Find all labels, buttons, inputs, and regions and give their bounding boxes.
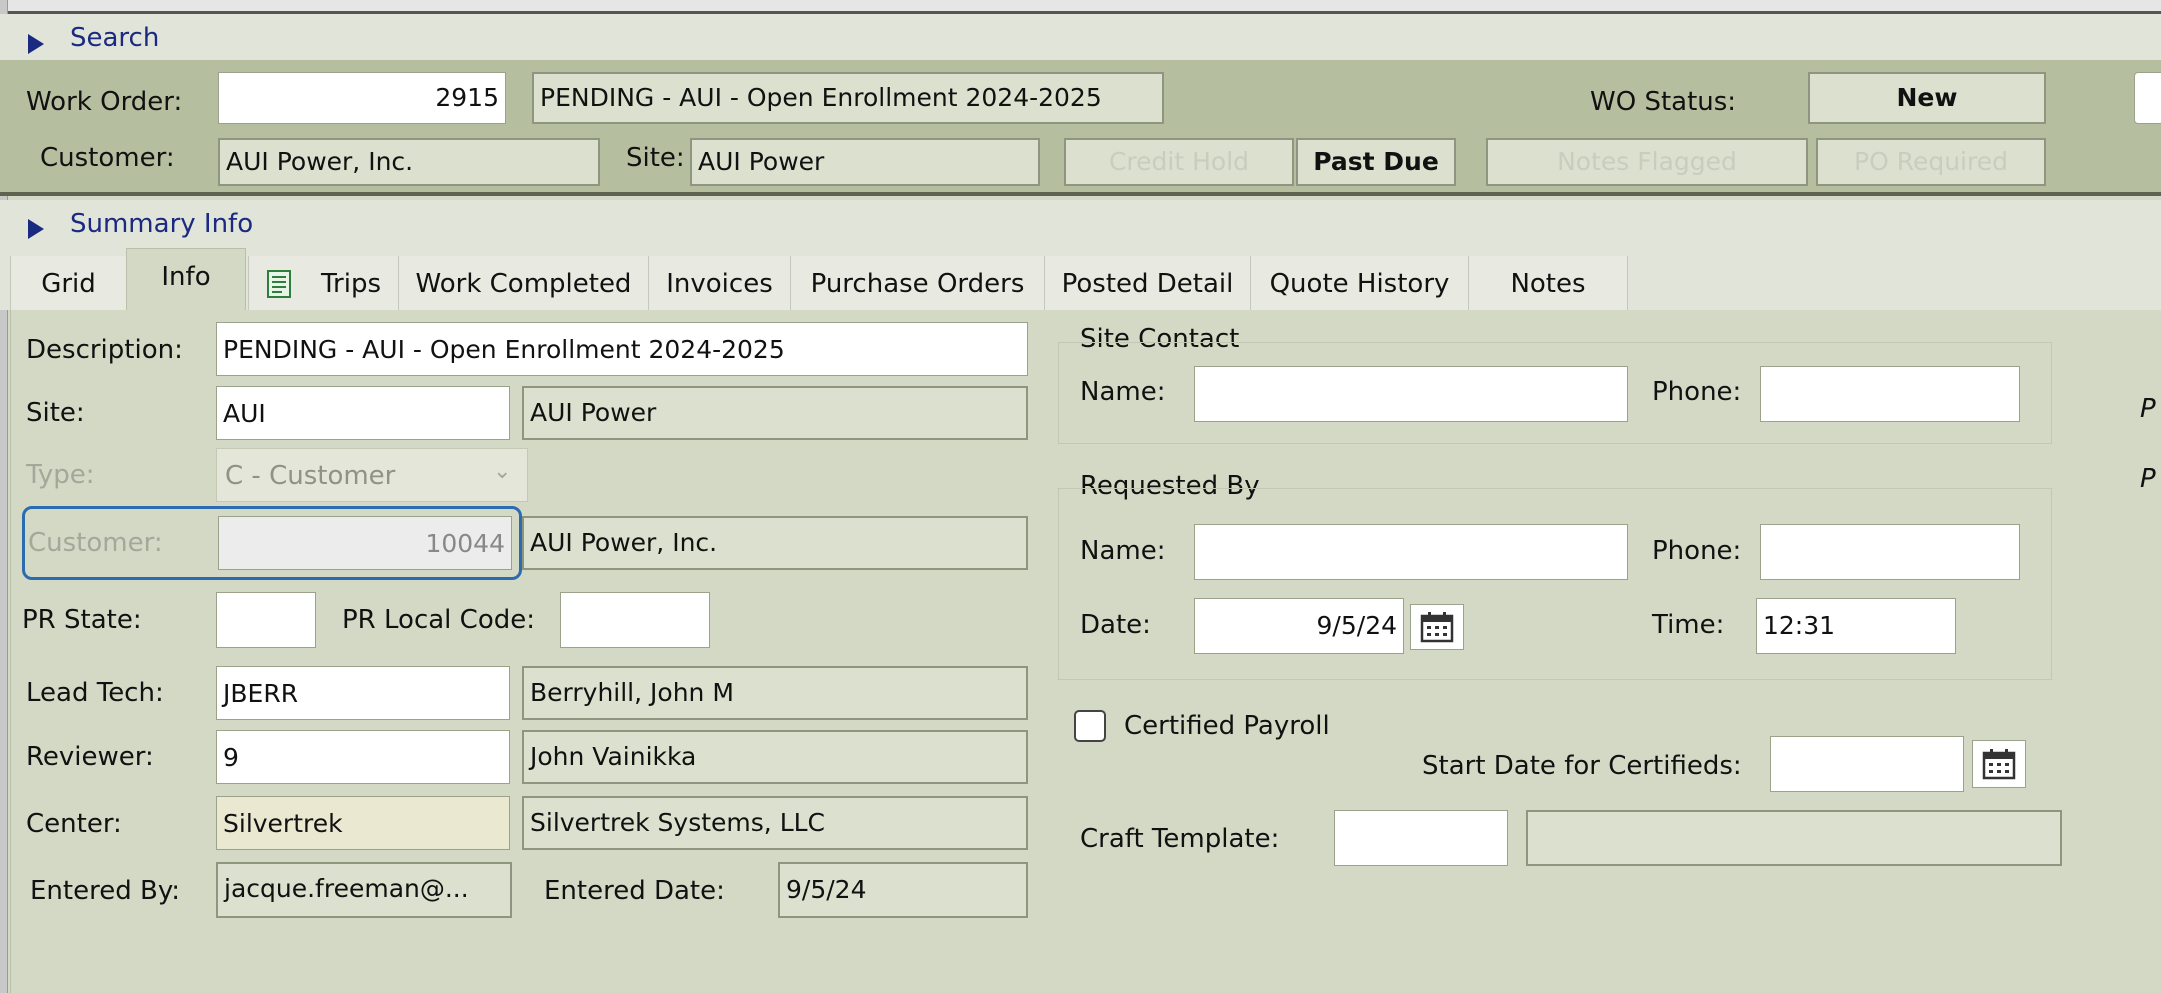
requested-by-phone-input[interactable]: [1760, 524, 2020, 580]
certified-payroll-checkbox[interactable]: [1074, 710, 1106, 742]
requested-by-phone-label: Phone:: [1652, 536, 1742, 566]
requested-by-name-input[interactable]: [1194, 524, 1628, 580]
requested-date-input[interactable]: 9/5/24: [1194, 598, 1404, 654]
type-label: Type:: [26, 460, 95, 490]
credit-hold-indicator: Credit Hold: [1064, 138, 1294, 186]
description-label: Description:: [26, 335, 183, 365]
lead-tech-label: Lead Tech:: [26, 678, 164, 708]
tab-grid[interactable]: Grid: [10, 256, 126, 310]
summary-section-header[interactable]: Summary Info: [0, 200, 2161, 246]
start-date-calendar-button[interactable]: [1972, 740, 2026, 788]
type-select[interactable]: C - Customer ⌄: [216, 448, 528, 502]
work-order-number-input[interactable]: 2915: [218, 72, 506, 124]
calendar-icon: [1982, 749, 2016, 780]
tab-info[interactable]: Info: [126, 248, 246, 312]
site-name-display: AUI Power: [522, 386, 1028, 440]
lead-tech-input[interactable]: JBERR: [216, 666, 510, 720]
requested-time-input[interactable]: 12:31: [1756, 598, 1956, 654]
site-code-input[interactable]: AUI: [216, 386, 510, 440]
reviewer-label: Reviewer:: [26, 742, 154, 772]
chevron-down-icon: ⌄: [493, 459, 512, 484]
entered-date-display: 9/5/24: [778, 862, 1028, 918]
work-order-header: Work Order: 2915 PENDING - AUI - Open En…: [0, 60, 2161, 196]
pr-local-code-input[interactable]: [560, 592, 710, 648]
triangle-right-icon: [28, 28, 44, 58]
work-order-description: PENDING - AUI - Open Enrollment 2024-202…: [532, 72, 1164, 124]
craft-template-input[interactable]: [1334, 810, 1508, 866]
entered-by-label: Entered By:: [30, 876, 181, 906]
reviewer-name-display: John Vainikka: [522, 730, 1028, 784]
entered-by-display: jacque.freeman@...: [216, 862, 512, 918]
tab-purchase-orders[interactable]: Purchase Orders: [790, 256, 1044, 310]
document-icon: [267, 270, 291, 298]
triangle-right-icon: [28, 213, 44, 243]
customer-number-label: Customer:: [28, 528, 163, 558]
search-section-header[interactable]: Search: [0, 14, 2161, 60]
site-contact-name-input[interactable]: [1194, 366, 1628, 422]
wo-status-label: WO Status:: [1590, 87, 1737, 117]
requested-by-name-label: Name:: [1080, 536, 1166, 566]
type-select-value: C - Customer: [225, 461, 396, 491]
tab-notes[interactable]: Notes: [1468, 256, 1628, 310]
calendar-icon: [1420, 612, 1454, 643]
work-order-label: Work Order:: [26, 87, 183, 117]
center-input[interactable]: Silvertrek: [216, 796, 510, 850]
start-date-certifieds-label: Start Date for Certifieds:: [1422, 751, 1742, 781]
header-right-input[interactable]: [2134, 72, 2161, 124]
past-due-indicator: Past Due: [1296, 138, 1456, 186]
description-input[interactable]: PENDING - AUI - Open Enrollment 2024-202…: [216, 322, 1028, 376]
customer-label: Customer:: [40, 143, 175, 173]
site-contact-phone-label: Phone:: [1652, 377, 1742, 407]
requested-date-label: Date:: [1080, 610, 1151, 640]
summary-label: Summary Info: [70, 209, 254, 239]
site-code-label: Site:: [26, 398, 85, 428]
site-label: Site:: [626, 143, 685, 173]
pr-state-label: PR State:: [22, 605, 142, 635]
entered-date-label: Entered Date:: [544, 876, 725, 906]
pr-local-code-label: PR Local Code:: [342, 605, 535, 635]
requested-date-calendar-button[interactable]: [1410, 604, 1464, 650]
tab-invoices[interactable]: Invoices: [648, 256, 790, 310]
requested-time-label: Time:: [1652, 610, 1725, 640]
tab-trips[interactable]: Trips: [248, 256, 398, 310]
search-label: Search: [70, 23, 160, 53]
site-name: AUI Power: [690, 138, 1040, 186]
certified-payroll-label: Certified Payroll: [1124, 711, 1330, 741]
tab-posted-detail[interactable]: Posted Detail: [1044, 256, 1250, 310]
center-label: Center:: [26, 809, 122, 839]
notes-flag-indicator: Notes Flagged: [1486, 138, 1808, 186]
craft-template-label: Craft Template:: [1080, 824, 1280, 854]
site-contact-phone-input[interactable]: [1760, 366, 2020, 422]
po-required-indicator: PO Required: [1816, 138, 2046, 186]
tab-work-completed[interactable]: Work Completed: [398, 256, 648, 310]
customer-name: AUI Power, Inc.: [218, 138, 600, 186]
pr-state-input[interactable]: [216, 592, 316, 648]
clipped-label-1: P: [2140, 394, 2156, 424]
top-border: [0, 0, 2161, 14]
customer-name-display: AUI Power, Inc.: [522, 516, 1028, 570]
clipped-label-2: P: [2140, 464, 2156, 494]
tab-quote-history[interactable]: Quote History: [1250, 256, 1468, 310]
start-date-certifieds-input[interactable]: [1770, 736, 1964, 792]
lead-tech-name-display: Berryhill, John M: [522, 666, 1028, 720]
center-name-display: Silvertrek Systems, LLC: [522, 796, 1028, 850]
reviewer-input[interactable]: 9: [216, 730, 510, 784]
wo-status-value: New: [1808, 72, 2046, 124]
customer-number-input[interactable]: 10044: [218, 516, 512, 570]
tab-trips-label: Trips: [321, 269, 382, 299]
site-contact-name-label: Name:: [1080, 377, 1166, 407]
craft-template-name: [1526, 810, 2062, 866]
